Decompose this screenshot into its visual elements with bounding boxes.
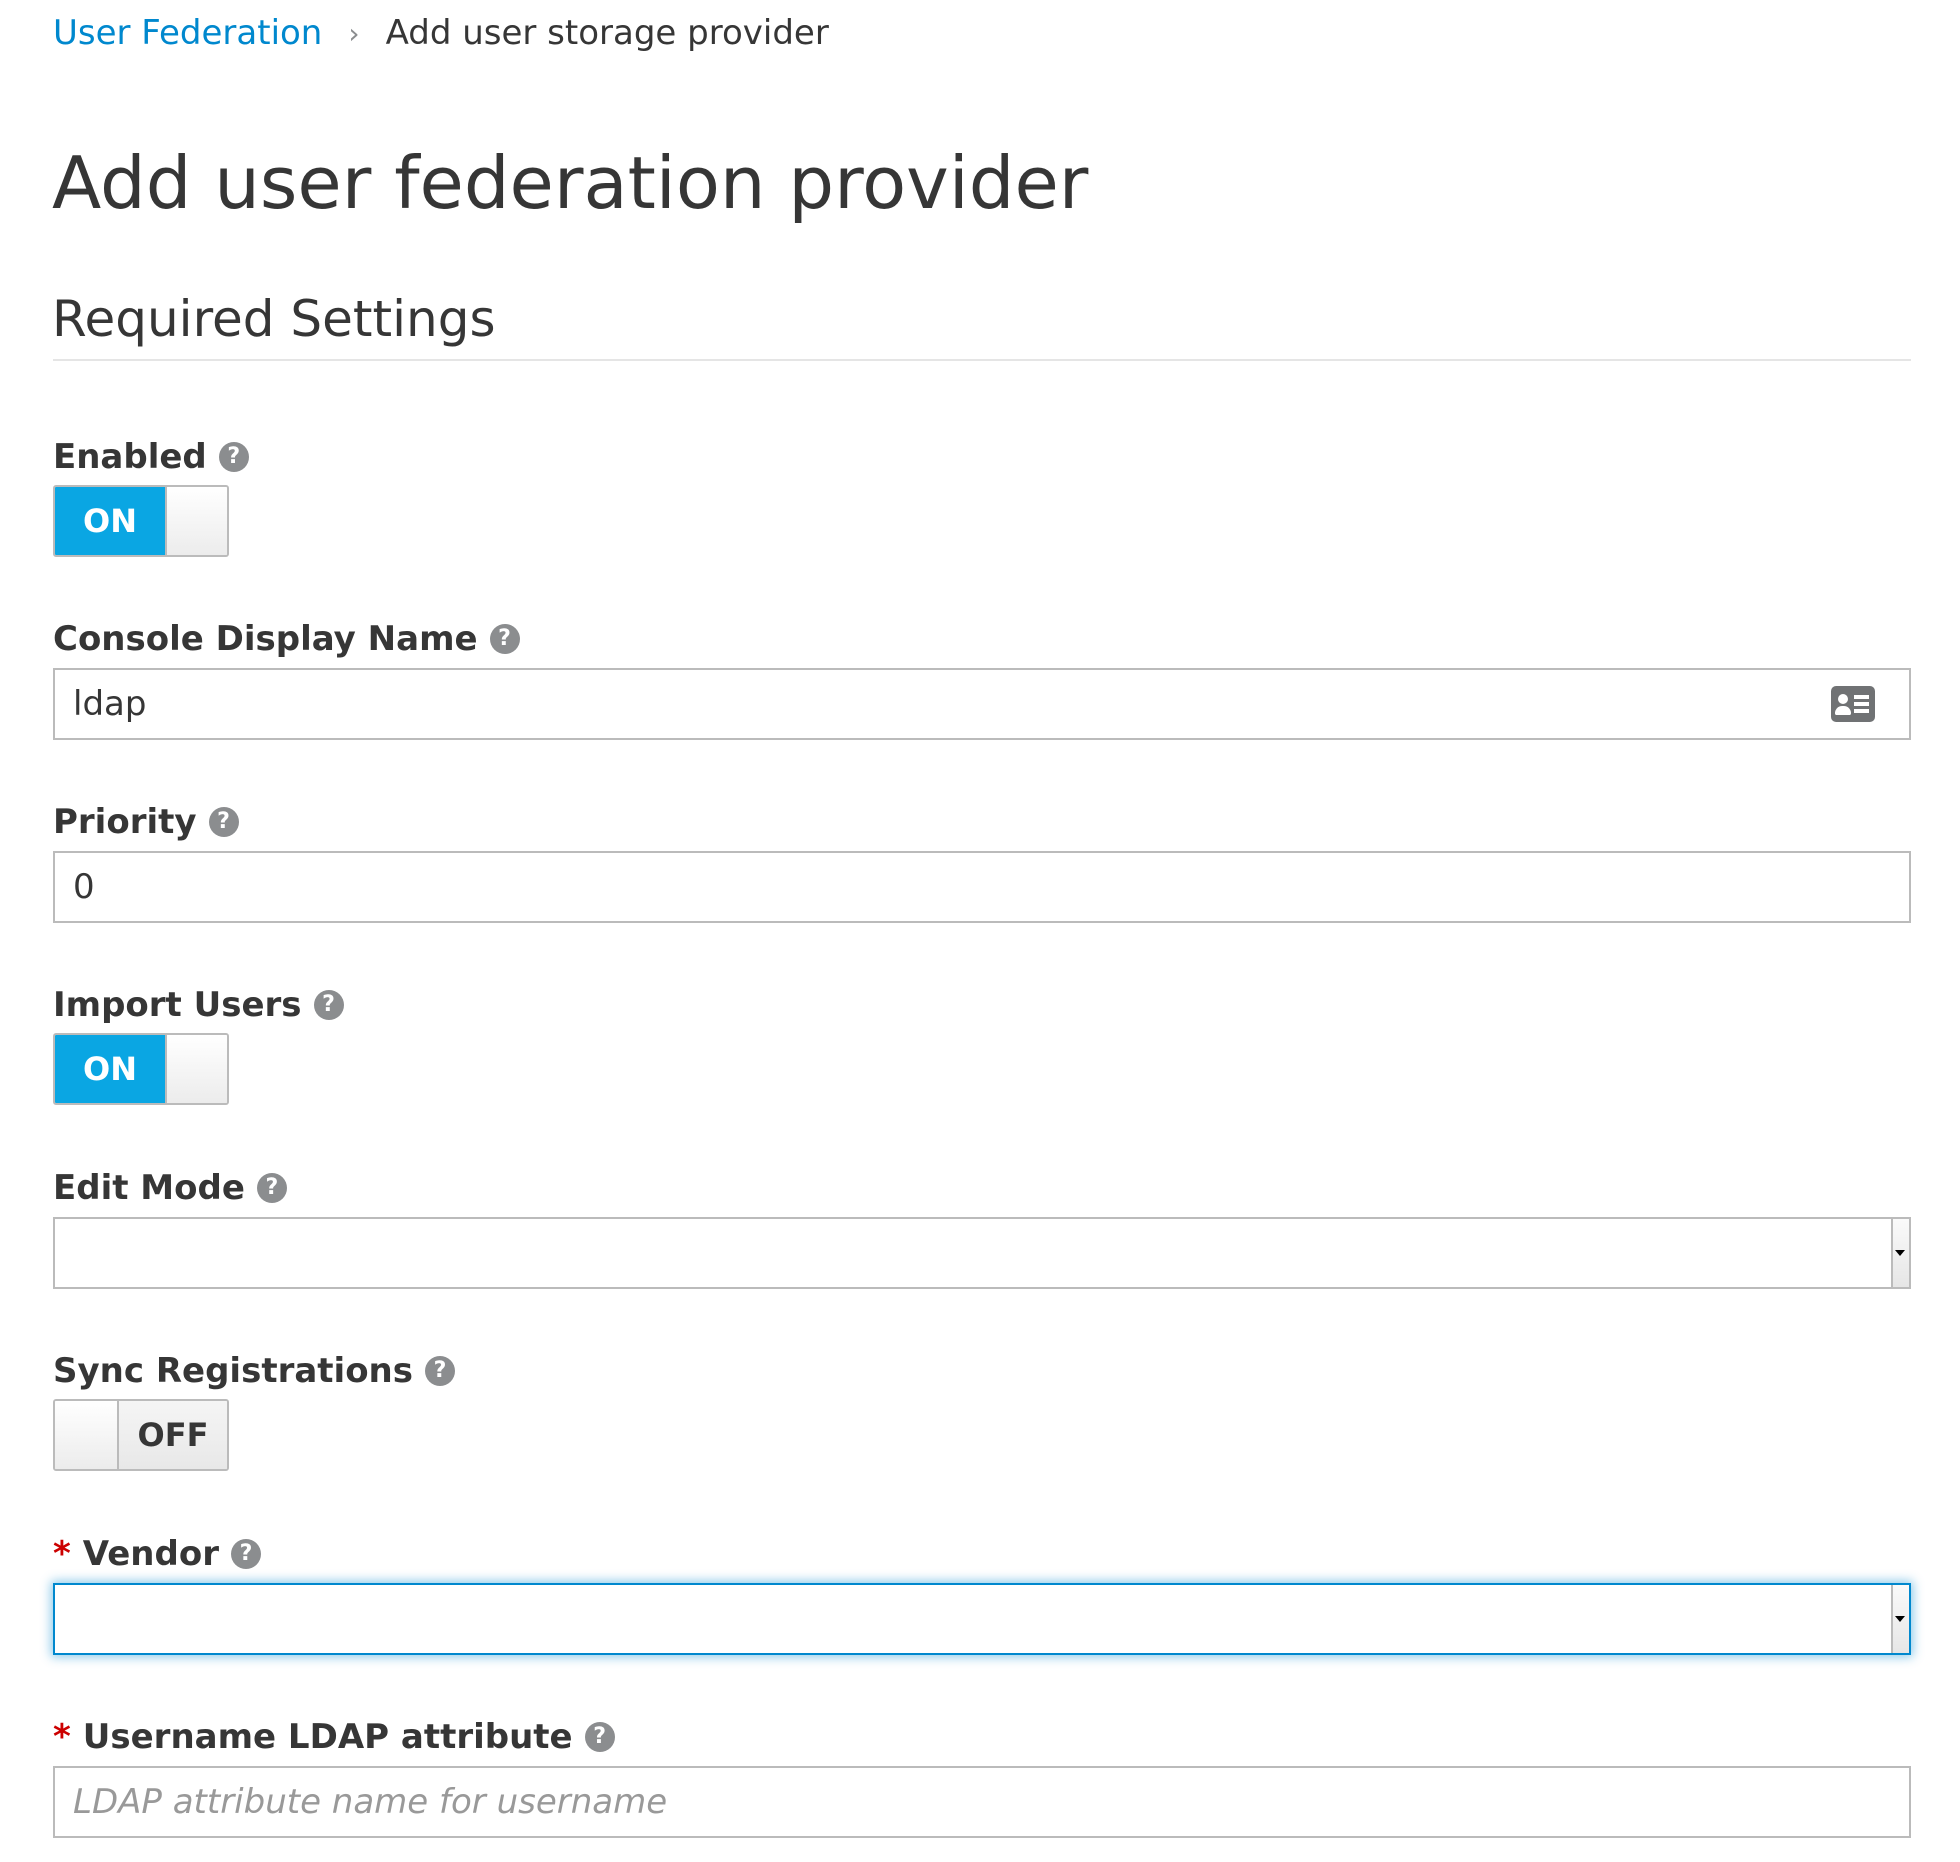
username-ldap-attribute-placeholder: LDAP attribute name for username bbox=[73, 1782, 668, 1822]
breadcrumb: User Federation › Add user storage provi… bbox=[53, 8, 829, 58]
caret-down-icon bbox=[1895, 1616, 1905, 1622]
sync-registrations-label: Sync Registrations ? bbox=[53, 1347, 455, 1395]
contact-card-icon[interactable] bbox=[1831, 686, 1875, 722]
console-display-name-input[interactable]: ldap bbox=[53, 668, 1911, 740]
page: User Federation › Add user storage provi… bbox=[0, 0, 1960, 1862]
sync-registrations-help-icon[interactable]: ? bbox=[425, 1356, 455, 1386]
console-display-name-value: ldap bbox=[73, 684, 147, 724]
vendor-help-icon[interactable]: ? bbox=[230, 1539, 261, 1569]
breadcrumb-current: Add user storage provider bbox=[385, 13, 829, 53]
enabled-help-icon[interactable]: ? bbox=[218, 442, 249, 472]
enabled-label-text: Enabled bbox=[53, 437, 207, 477]
console-display-name-label: Console Display Name ? bbox=[53, 615, 520, 663]
username-ldap-attribute-label: * Username LDAP attribute ? bbox=[53, 1713, 615, 1761]
import-users-label: Import Users ? bbox=[53, 981, 344, 1029]
sync-registrations-toggle[interactable]: OFF bbox=[53, 1399, 229, 1471]
enabled-toggle-knob bbox=[165, 487, 227, 555]
edit-mode-label-text: Edit Mode bbox=[53, 1168, 245, 1208]
username-ldap-attribute-label-text: Username LDAP attribute bbox=[82, 1717, 573, 1757]
import-users-toggle-knob bbox=[165, 1035, 227, 1103]
priority-help-icon[interactable]: ? bbox=[208, 807, 239, 837]
priority-label: Priority ? bbox=[53, 798, 239, 846]
sync-registrations-toggle-state: OFF bbox=[119, 1401, 227, 1469]
breadcrumb-link-user-federation[interactable]: User Federation bbox=[53, 13, 322, 53]
edit-mode-label: Edit Mode ? bbox=[53, 1164, 287, 1212]
vendor-label: * Vendor ? bbox=[53, 1530, 261, 1578]
priority-value: 0 bbox=[73, 867, 95, 907]
console-display-name-help-icon[interactable]: ? bbox=[489, 624, 520, 654]
page-title: Add user federation provider bbox=[52, 141, 1089, 225]
sync-registrations-label-text: Sync Registrations bbox=[53, 1351, 413, 1391]
edit-mode-help-icon[interactable]: ? bbox=[256, 1173, 287, 1203]
import-users-help-icon[interactable]: ? bbox=[313, 990, 344, 1020]
section-title: Required Settings bbox=[52, 290, 496, 348]
username-ldap-attribute-required-marker: * bbox=[53, 1717, 71, 1757]
vendor-required-marker: * bbox=[53, 1534, 71, 1574]
username-ldap-attribute-input[interactable]: LDAP attribute name for username bbox=[53, 1766, 1911, 1838]
breadcrumb-separator-icon: › bbox=[348, 16, 360, 50]
import-users-label-text: Import Users bbox=[53, 985, 302, 1025]
username-ldap-attribute-help-icon[interactable]: ? bbox=[584, 1722, 615, 1752]
vendor-label-text: Vendor bbox=[82, 1534, 219, 1574]
import-users-toggle[interactable]: ON bbox=[53, 1033, 229, 1105]
console-display-name-label-text: Console Display Name bbox=[53, 619, 478, 659]
priority-label-text: Priority bbox=[53, 802, 197, 842]
section-divider bbox=[53, 359, 1911, 361]
import-users-toggle-state: ON bbox=[55, 1035, 165, 1103]
priority-input[interactable]: 0 bbox=[53, 851, 1911, 923]
enabled-label: Enabled ? bbox=[53, 433, 249, 481]
vendor-select[interactable] bbox=[53, 1583, 1911, 1655]
edit-mode-dropdown-button[interactable] bbox=[1891, 1219, 1909, 1287]
enabled-toggle[interactable]: ON bbox=[53, 485, 229, 557]
enabled-toggle-state: ON bbox=[55, 487, 165, 555]
sync-registrations-toggle-knob bbox=[55, 1401, 119, 1469]
caret-down-icon bbox=[1895, 1250, 1905, 1256]
edit-mode-select[interactable] bbox=[53, 1217, 1911, 1289]
vendor-dropdown-button[interactable] bbox=[1891, 1585, 1909, 1653]
